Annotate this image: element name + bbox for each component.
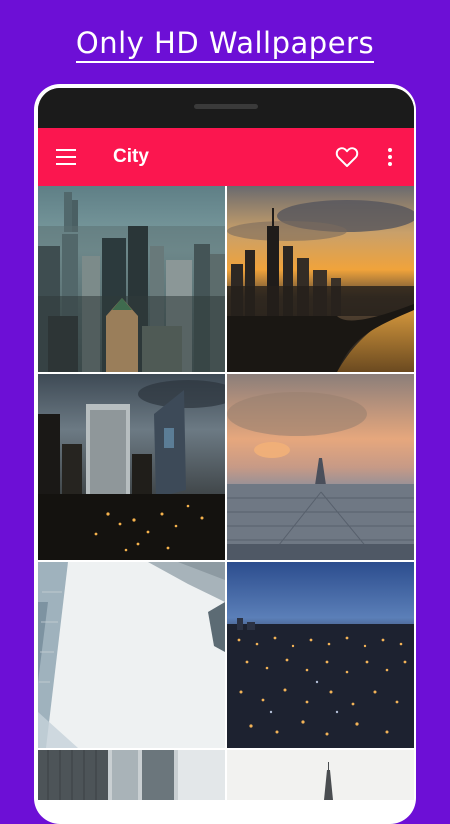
wallpaper-thumbnail[interactable]: [38, 562, 225, 748]
promo-title: Only HD Wallpapers: [0, 26, 450, 63]
hamburger-menu-icon[interactable]: [56, 149, 76, 165]
wallpaper-thumbnail[interactable]: [38, 186, 225, 372]
app-screen: City: [38, 88, 414, 800]
wallpaper-thumbnail[interactable]: [227, 750, 414, 800]
app-bar: City: [38, 128, 414, 186]
category-title: City: [113, 146, 149, 167]
wallpaper-thumbnail[interactable]: [227, 186, 414, 372]
wallpaper-thumbnail[interactable]: [227, 562, 414, 748]
wallpaper-grid: [38, 186, 414, 800]
wallpaper-thumbnail[interactable]: [38, 750, 225, 800]
wallpaper-thumbnail[interactable]: [227, 374, 414, 560]
status-bar: [38, 88, 414, 128]
heart-outline-icon[interactable]: [335, 146, 359, 168]
more-vertical-icon[interactable]: [386, 146, 394, 168]
wallpaper-thumbnail[interactable]: [38, 374, 225, 560]
promo-title-text: Only HD Wallpapers: [75, 26, 375, 63]
phone-speaker: [194, 104, 258, 109]
